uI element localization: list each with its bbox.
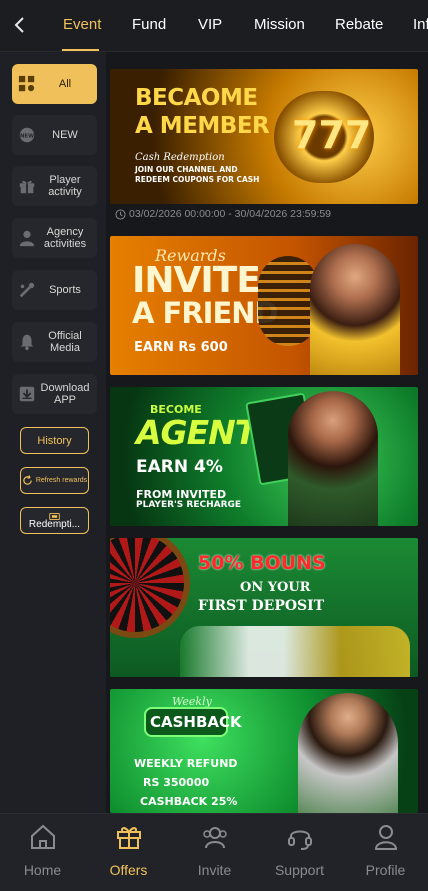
- bottom-nav-support[interactable]: Support: [257, 814, 342, 891]
- bottom-nav-label: Home: [23, 862, 62, 878]
- home-icon: [30, 824, 55, 849]
- sidebar-item-label: NEW: [52, 129, 78, 141]
- poker-chips-cards-icon: [180, 626, 410, 677]
- date-range-text: 03/02/2026 00:00:00 - 30/04/2026 23:59:5…: [129, 208, 332, 220]
- woman-figure: [310, 244, 400, 375]
- become-agent-banner[interactable]: BECOME AGENT EARN 4% FROM INVITED PLAYER…: [110, 387, 418, 526]
- active-tab-indicator: [62, 49, 99, 51]
- banner-headline: CASHBACK: [150, 713, 242, 731]
- sidebar-item-all[interactable]: All: [12, 64, 97, 104]
- become-member-banner[interactable]: BECAOME A MEMBER Cash Redemption JOIN OU…: [110, 69, 418, 204]
- banner-headline: INVITE: [132, 260, 261, 301]
- banner-headline: A FRIEND: [132, 296, 279, 330]
- invite-friend-banner[interactable]: Rewards INVITE A FRIEND EARN Rs 600: [110, 236, 418, 375]
- redemption-label: Redempti...: [28, 518, 81, 530]
- roulette-wheel-icon: [110, 538, 190, 638]
- bottom-nav: Home Offers Invite Support Profile: [0, 813, 428, 891]
- bottom-nav-label: Profile: [365, 862, 406, 878]
- sidebar-item-label: Sports: [49, 284, 81, 296]
- banner-subtext: ON YOUR: [240, 580, 311, 595]
- weekly-cashback-banner[interactable]: Weekly CASHBACK WEEKLY REFUND RS 350000 …: [110, 689, 418, 813]
- headset-icon: [287, 830, 312, 850]
- bottom-nav-label: Support: [274, 862, 325, 878]
- banner-subtext: EARN Rs 600: [134, 340, 228, 355]
- event-date-range: 03/02/2026 00:00:00 - 30/04/2026 23:59:5…: [115, 207, 331, 221]
- woman-figure: [288, 391, 378, 526]
- banner-earn-text: EARN 4%: [136, 457, 223, 477]
- sidebar-item-new[interactable]: NEW NEW: [12, 115, 97, 155]
- woman-figure: [298, 693, 398, 813]
- refresh-rewards-button[interactable]: Refresh rewards: [20, 467, 89, 494]
- agent-person-icon: [17, 228, 37, 248]
- refresh-icon: [23, 475, 32, 485]
- top-nav: Event Fund VIP Mission Rebate Inf: [0, 0, 428, 52]
- bottom-nav-invite[interactable]: Invite: [172, 814, 257, 891]
- tab-fund[interactable]: Fund: [132, 16, 166, 33]
- sidebar-item-label: Agency activities: [43, 226, 87, 250]
- banner-subtext: WEEKLY REFUND: [134, 757, 238, 770]
- bottom-nav-label: Invite: [197, 862, 232, 878]
- sidebar-item-label: All: [58, 78, 72, 90]
- banner-subtext: CASHBACK 25%: [140, 795, 238, 808]
- invite-people-icon: [202, 827, 227, 849]
- sidebar-item-label: Player activity: [48, 174, 82, 198]
- bottom-nav-home[interactable]: Home: [0, 814, 85, 891]
- sidebar-item-download-app[interactable]: Download APP: [12, 374, 97, 414]
- bottom-nav-profile[interactable]: Profile: [343, 814, 428, 891]
- banner-headline: A MEMBER: [135, 113, 270, 139]
- grid-cards-icon: [17, 74, 37, 94]
- refresh-rewards-label: Refresh rewards: [35, 476, 88, 484]
- sidebar-item-player-activity[interactable]: Player activity: [12, 166, 97, 206]
- banner-subtext: FIRST DEPOSIT: [198, 598, 325, 614]
- sidebar-item-official-media[interactable]: Official Media: [12, 322, 97, 362]
- casino-chips-icon: [258, 256, 318, 346]
- banner-headline: 50% BOUNS: [198, 552, 326, 574]
- gift-icon: [17, 176, 37, 196]
- sidebar-item-sports[interactable]: Sports: [12, 270, 97, 310]
- tab-info[interactable]: Inf: [413, 16, 428, 33]
- banner-subtext: RS 350000: [143, 776, 210, 789]
- sports-icon: [17, 280, 37, 300]
- first-deposit-bonus-banner[interactable]: 50% BOUNS ON YOUR FIRST DEPOSIT: [110, 538, 418, 677]
- new-badge-icon: NEW: [17, 125, 37, 145]
- jackpot-777-text: 777: [292, 113, 372, 157]
- svg-text:NEW: NEW: [20, 133, 34, 139]
- tab-event[interactable]: Event: [63, 16, 101, 33]
- clock-icon: [115, 208, 126, 220]
- sidebar-item-label: Download APP: [40, 382, 90, 406]
- tab-rebate[interactable]: Rebate: [335, 16, 383, 33]
- redemption-button[interactable]: Redempti...: [20, 507, 89, 534]
- history-button[interactable]: History: [20, 427, 89, 454]
- sidebar-item-label: Official Media: [48, 330, 82, 354]
- tab-vip[interactable]: VIP: [198, 16, 222, 33]
- banner-subtext: JOIN OUR CHANNEL AND: [135, 165, 238, 174]
- bell-icon: [17, 332, 37, 352]
- tab-mission[interactable]: Mission: [254, 16, 305, 33]
- bottom-nav-label: Offers: [109, 862, 148, 878]
- back-button[interactable]: [8, 12, 30, 38]
- person-icon: [374, 825, 397, 850]
- banner-headline: AGENT: [136, 413, 257, 452]
- banner-subtext: REDEEM COUPONS FOR CASH: [135, 175, 260, 184]
- gift-icon: [116, 827, 141, 849]
- sidebar-item-agency-activities[interactable]: Agency activities: [12, 218, 97, 258]
- bottom-nav-offers[interactable]: Offers: [86, 814, 171, 891]
- banner-headline: BECAOME: [135, 85, 258, 111]
- banner-subtext: PLAYER'S RECHARGE: [136, 500, 242, 510]
- download-icon: [17, 384, 37, 404]
- banner-script-text: Cash Redemption: [135, 152, 225, 163]
- chevron-left-icon: [14, 17, 24, 33]
